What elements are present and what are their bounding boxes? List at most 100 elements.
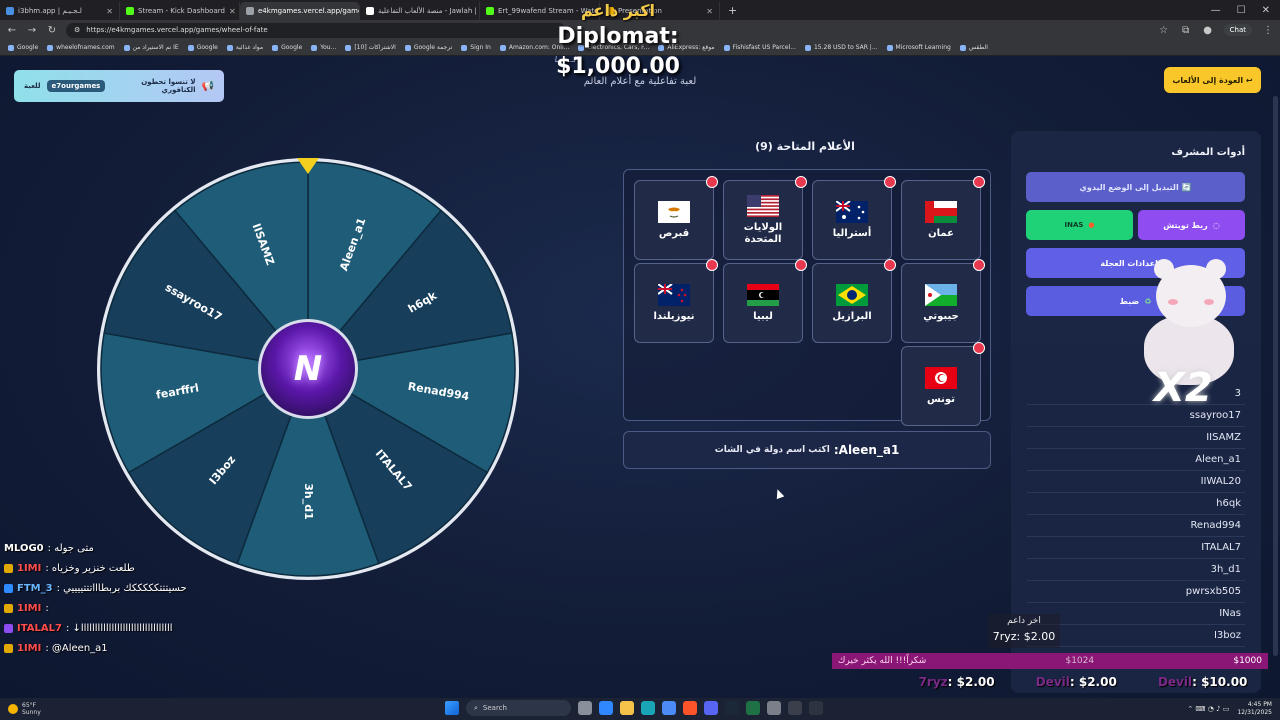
browser-tab[interactable]: منصة الألعاب التفاعلية - Jawlah | جولة ✕ [360,2,480,20]
flag-djibouti-icon [925,283,957,306]
taskbar-search[interactable]: ⌕ Search [466,700,571,716]
connect-twitch-button[interactable]: ربط تويتش ◌ [1138,210,1245,240]
remove-flag-icon[interactable] [706,176,718,188]
flag-card[interactable]: البرازيل [812,259,896,343]
player-row: pwrsxb505 [1027,581,1245,603]
tab-close-icon[interactable]: ✕ [229,7,236,16]
bookmark-item[interactable]: مواد غذائية [226,44,263,51]
flag-card[interactable]: الولايات المتحدة [723,176,807,260]
reload-icon[interactable]: ↻ [46,25,58,36]
windows-start-icon[interactable] [445,701,459,715]
extensions-icon[interactable]: ⧉ [1180,25,1192,36]
chat-message: MLOG0 : متى جوله [4,538,304,558]
remove-flag-icon[interactable] [973,342,985,354]
chat-message: 1IMI : @Aleen_a1 [4,638,304,658]
edge-icon[interactable] [641,701,655,715]
remove-flag-icon[interactable] [884,259,896,271]
remove-flag-icon[interactable] [795,259,807,271]
bookmark-item[interactable]: wheelofnames.com [47,44,115,51]
chat-button[interactable]: Chat [1223,24,1252,36]
bookmark-item[interactable]: [10] الاشتراكات [345,44,396,51]
flag-card[interactable]: أستراليا [812,176,896,260]
wheel-hub[interactable]: N [258,319,358,419]
manual-mode-button[interactable]: التبديل إلى الوضع اليدوي 🔄 [1026,172,1245,202]
file-explorer-icon[interactable] [620,701,634,715]
bookmark-item[interactable]: Google ترجمة [404,44,452,51]
excel-icon[interactable] [746,701,760,715]
browser-tab[interactable]: i3bhm.app | لـجـيـم ✕ [0,2,120,20]
chat-message: FTM_3 : حسيتتتكككككك بربطاااتتتييييي [4,578,304,598]
flag-card[interactable]: عمان [901,176,985,260]
bookmark-item[interactable]: Google [8,44,38,51]
flag-card[interactable]: نيوزيلندا [634,259,718,343]
clock[interactable]: 4:45 PM 12/31/2025 [1237,701,1272,717]
remove-flag-icon[interactable] [706,259,718,271]
wheel-of-fate[interactable]: Aleen_a1 h6qk Renad994 ITALAL7 3h_d1 I3boz fea… [95,156,521,582]
flag-newzealand-icon [657,282,690,306]
weather-widget[interactable]: 65°F Sunny [0,702,41,716]
star-icon[interactable]: ☆ [1158,25,1170,36]
taskview-icon[interactable] [578,701,592,715]
back-arrow-icon[interactable]: ← [6,25,18,36]
bookmark-item[interactable]: Google [187,44,218,51]
bookmark-item[interactable]: Google [272,44,302,51]
bookmark-item[interactable]: Sign In [461,44,491,51]
chrome-icon[interactable] [662,701,676,715]
close-icon[interactable]: ✕ [1262,5,1270,16]
flag-card[interactable]: ليبيا [723,259,807,343]
reminder-chip: e7ourgames [46,80,106,92]
profile-icon[interactable]: ● [1202,25,1214,36]
photos-icon[interactable] [599,701,613,715]
flag-card[interactable]: جيبوتي [901,259,985,343]
bookmark-item[interactable]: You... [311,44,336,51]
bookmark-item[interactable]: الطقس [959,44,988,51]
megaphone-icon: 📢 [201,80,214,92]
steam-icon[interactable] [725,701,739,715]
maximize-icon[interactable]: ☐ [1237,5,1246,16]
bookmark-favicon-icon [8,44,14,51]
address-bar-actions: ☆ ⧉ ● Chat ⋮ [1158,24,1274,36]
url-text: https://e4kmgames.vercel.app/games/wheel… [86,26,268,34]
tab-title: منصة الألعاب التفاعلية - Jawlah | جولة [378,7,479,15]
back-to-games-button[interactable]: العودة إلى الألعاب ↩ [1164,67,1261,93]
page-scrollbar[interactable] [1273,96,1278,656]
brave-icon[interactable] [683,701,697,715]
bookmark-favicon-icon [959,44,966,51]
obs-icon[interactable] [788,701,802,715]
browser-tab[interactable]: Stream - Kick Dashboard ✕ [120,2,240,20]
remove-flag-icon[interactable] [973,259,985,271]
site-info-icon[interactable]: ⚙ [74,26,80,34]
connected-channel-button[interactable]: INAS ● [1026,210,1133,240]
bookmark-label: Google [281,44,303,51]
bookmark-favicon-icon [804,44,811,51]
bookmark-item[interactable]: تم الاستيراد من IE [123,44,179,51]
flag-card[interactable]: قبرص [634,176,718,260]
top-donor-value: Diplomat: $1,000.00 [556,24,680,79]
bookmark-item[interactable]: Fishisfast US Parcel... [723,44,796,51]
discord-icon[interactable] [704,701,718,715]
browser-tab[interactable]: e4kmgames.vercel.app/games/w... ✕ [240,2,360,20]
url-input[interactable]: ⚙ https://e4kmgames.vercel.app/games/whe… [66,22,566,38]
tray-icons[interactable]: ⌃ ⌨ ◔ ♪ ▭ [1187,705,1229,713]
remove-flag-icon[interactable] [973,176,985,188]
channel-label: INAS [1064,221,1084,229]
flag-name: قبرص [658,227,690,239]
wheel-segment-label: 3h_d1 [302,483,315,520]
remove-flag-icon[interactable] [795,176,807,188]
bookmark-item[interactable]: Microsoft Learning [886,44,951,51]
system-tray: ⌃ ⌨ ◔ ♪ ▭ 4:45 PM 12/31/2025 [1187,701,1272,717]
flag-card[interactable]: تونس [901,342,985,426]
tab-title: e4kmgames.vercel.app/games/w... [258,7,359,15]
settings-icon[interactable] [767,701,781,715]
bookmark-item[interactable]: 15.28 USD to SAR |... [804,44,878,51]
remove-flag-icon[interactable] [884,176,896,188]
flag-libya-icon [747,283,779,306]
forward-arrow-icon[interactable]: → [26,25,38,36]
player-row: Aleen_a1 [1027,449,1245,471]
app-icon[interactable] [809,701,823,715]
minimize-icon[interactable]: — [1211,5,1221,16]
flag-brazil-icon [836,283,868,306]
bookmark-label: Google [17,44,39,51]
menu-icon[interactable]: ⋮ [1262,25,1274,36]
tab-close-icon[interactable]: ✕ [106,7,113,16]
